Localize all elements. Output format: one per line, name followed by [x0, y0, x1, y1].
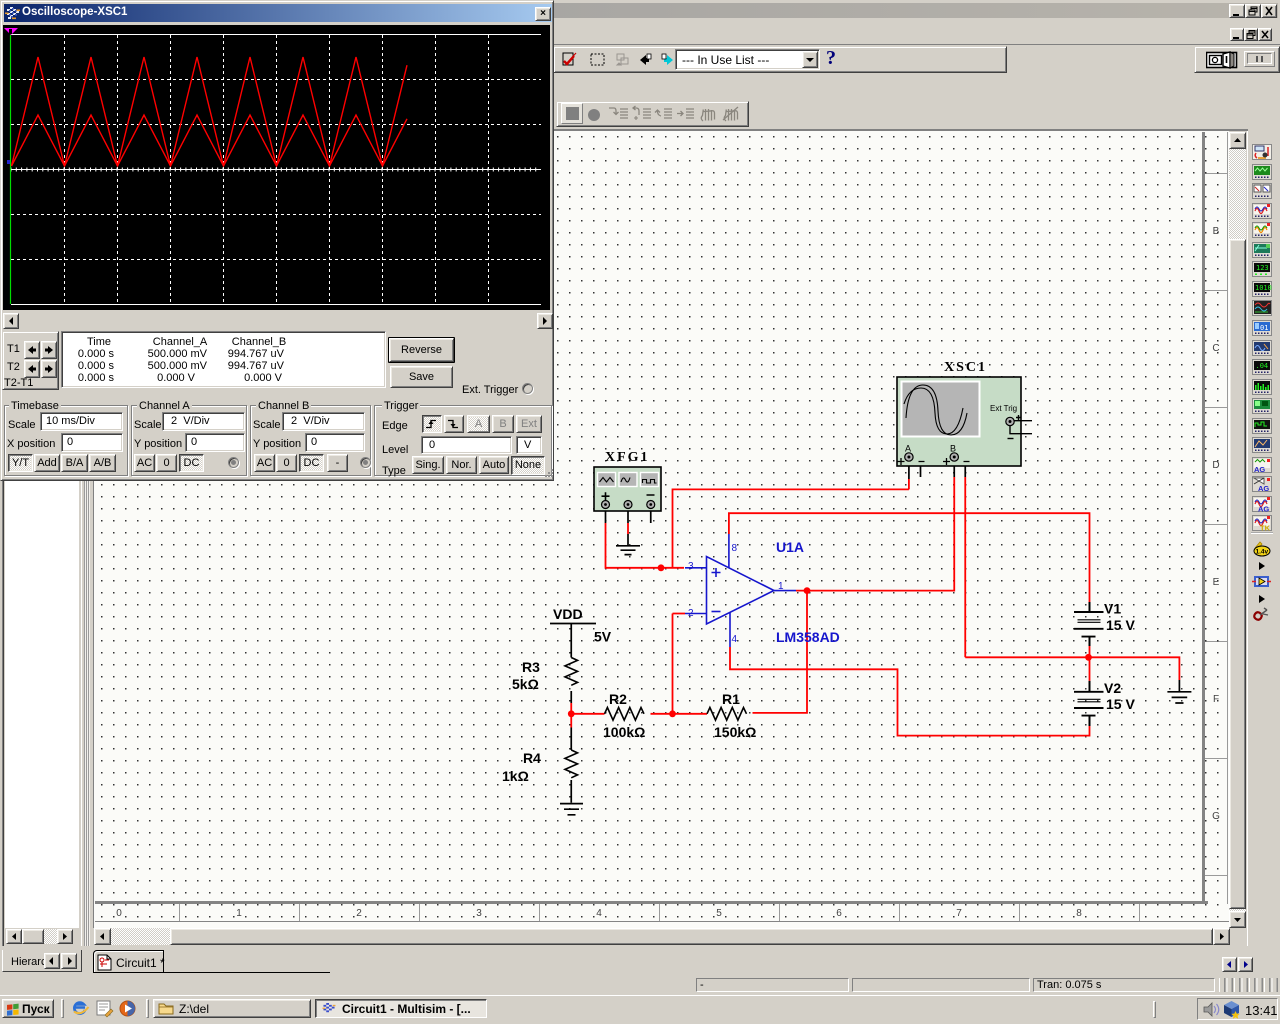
- svg-text:R4: R4: [523, 750, 541, 766]
- svg-text:1.4v: 1.4v: [1256, 549, 1269, 556]
- svg-text:1kΩ: 1kΩ: [502, 768, 529, 784]
- svg-text:5kΩ: 5kΩ: [512, 676, 539, 692]
- svg-text:100kΩ: 100kΩ: [603, 724, 645, 740]
- svg-text:U1A: U1A: [776, 539, 804, 555]
- svg-text:TK: TK: [1260, 524, 1271, 532]
- svg-text:V2: V2: [1104, 680, 1121, 696]
- svg-text:V1: V1: [1104, 601, 1121, 617]
- svg-text:15 V: 15 V: [1106, 617, 1135, 633]
- svg-text:B: B: [950, 444, 956, 454]
- svg-text:.04: .04: [1256, 362, 1269, 370]
- svg-text:A: A: [905, 444, 911, 454]
- svg-text:5V: 5V: [594, 629, 612, 645]
- svg-text:LM358AD: LM358AD: [776, 629, 840, 645]
- svg-text:01: 01: [1260, 324, 1268, 332]
- svg-text:AG: AG: [1258, 504, 1269, 512]
- svg-text:Ext Trig: Ext Trig: [990, 404, 1017, 413]
- svg-text:R1: R1: [722, 691, 740, 707]
- svg-text:4: 4: [732, 634, 738, 645]
- svg-text:150kΩ: 150kΩ: [714, 724, 756, 740]
- svg-text:1010: 1010: [1255, 284, 1272, 292]
- svg-text:R2: R2: [609, 691, 627, 707]
- svg-text:1: 1: [778, 581, 784, 592]
- svg-text:15 V: 15 V: [1106, 696, 1135, 712]
- svg-text:2: 2: [688, 608, 694, 619]
- svg-text:AG: AG: [1258, 484, 1269, 492]
- svg-text:8: 8: [732, 543, 738, 554]
- svg-text:VDD: VDD: [553, 606, 583, 622]
- svg-text:123: 123: [1256, 264, 1269, 272]
- svg-text:XSC1: XSC1: [944, 360, 987, 375]
- svg-text:3: 3: [688, 561, 694, 572]
- svg-text:R3: R3: [522, 659, 540, 675]
- svg-text:XFG1: XFG1: [605, 450, 650, 465]
- svg-text:AG: AG: [1254, 465, 1265, 473]
